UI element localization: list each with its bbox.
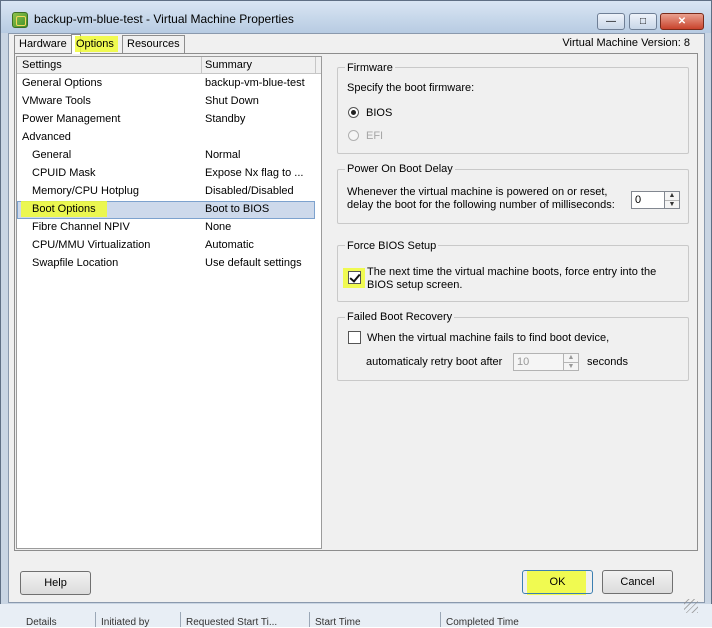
settings-row-general-options[interactable]: General Options backup-vm-blue-test bbox=[17, 75, 315, 93]
vm-version-label: Virtual Machine Version: 8 bbox=[562, 37, 690, 49]
row-summary: Use default settings bbox=[205, 257, 302, 269]
failed-boot-recovery-group bbox=[337, 317, 689, 381]
retry-seconds-input: 10 bbox=[513, 353, 564, 371]
settings-row-swapfile-location[interactable]: Swapfile Location Use default settings bbox=[17, 255, 315, 273]
settings-row-general[interactable]: General Normal bbox=[17, 147, 315, 165]
column-divider[interactable] bbox=[201, 57, 202, 74]
row-name: CPU/MMU Virtualization bbox=[32, 239, 151, 251]
bg-column-initiated-by: Initiated by bbox=[101, 617, 150, 628]
bios-radio[interactable] bbox=[348, 107, 359, 118]
bg-column-divider bbox=[309, 612, 310, 627]
bg-column-start-time: Start Time bbox=[315, 617, 361, 628]
row-name: Memory/CPU Hotplug bbox=[32, 185, 139, 197]
column-divider[interactable] bbox=[315, 57, 316, 74]
row-name: General Options bbox=[22, 77, 103, 89]
settings-row-advanced[interactable]: Advanced bbox=[17, 129, 315, 147]
tab-resources[interactable]: Resources bbox=[122, 35, 185, 53]
row-summary: Standby bbox=[205, 113, 246, 125]
retry-after-label: automaticaly retry boot after bbox=[366, 356, 503, 368]
settings-row-cpuid-mask[interactable]: CPUID Mask Expose Nx flag to ... bbox=[17, 165, 315, 183]
tab-hardware[interactable]: Hardware bbox=[14, 35, 72, 53]
settings-row-fibre-channel-npiv[interactable]: Fibre Channel NPIV None bbox=[17, 219, 315, 237]
force-bios-setup-title: Force BIOS Setup bbox=[345, 240, 439, 252]
bg-column-completed-time: Completed Time bbox=[446, 617, 519, 628]
retry-seconds-spinner: ▲ ▼ bbox=[563, 353, 579, 371]
vm-app-icon bbox=[12, 12, 28, 28]
row-name: Boot Options bbox=[32, 203, 96, 215]
settings-row-cpu-mmu-virtualization[interactable]: CPU/MMU Virtualization Automatic bbox=[17, 237, 315, 255]
spin-up-icon[interactable]: ▲ bbox=[665, 192, 679, 201]
bg-column-divider bbox=[440, 612, 441, 627]
resize-grip-icon[interactable] bbox=[684, 599, 698, 613]
row-name: General bbox=[32, 149, 72, 161]
maximize-button[interactable]: □ bbox=[629, 13, 657, 30]
row-summary: Automatic bbox=[205, 239, 254, 251]
boot-delay-input[interactable]: 0 bbox=[631, 191, 665, 209]
window-title: backup-vm-blue-test - Virtual Machine Pr… bbox=[34, 12, 294, 26]
settings-row-memory-cpu-hotplug[interactable]: Memory/CPU Hotplug Disabled/Disabled bbox=[17, 183, 315, 201]
row-summary: Disabled/Disabled bbox=[205, 185, 294, 197]
row-summary: Boot to BIOS bbox=[205, 203, 270, 215]
row-summary: Normal bbox=[205, 149, 241, 161]
force-bios-checkbox[interactable] bbox=[348, 271, 361, 284]
bg-column-divider bbox=[95, 612, 96, 627]
tab-options-label: Options bbox=[76, 38, 114, 50]
cancel-button[interactable]: Cancel bbox=[602, 570, 673, 594]
firmware-group-title: Firmware bbox=[345, 62, 395, 74]
bg-column-requested-start: Requested Start Ti... bbox=[186, 617, 278, 628]
spin-down-icon: ▼ bbox=[567, 363, 575, 370]
failed-boot-recovery-title: Failed Boot Recovery bbox=[345, 311, 455, 323]
help-button[interactable]: Help bbox=[20, 571, 91, 595]
retry-boot-checkbox[interactable] bbox=[348, 331, 361, 344]
settings-row-power-management[interactable]: Power Management Standby bbox=[17, 111, 315, 129]
settings-list-header bbox=[17, 57, 321, 74]
efi-radio bbox=[348, 130, 359, 141]
row-name: Fibre Channel NPIV bbox=[32, 221, 130, 233]
spin-up-icon: ▲ bbox=[564, 354, 578, 363]
row-name: Power Management bbox=[22, 113, 121, 125]
ok-button[interactable]: OK bbox=[522, 570, 593, 594]
force-bios-label[interactable]: The next time the virtual machine boots,… bbox=[367, 266, 677, 292]
row-name: CPUID Mask bbox=[32, 167, 96, 179]
row-name: Swapfile Location bbox=[32, 257, 119, 269]
close-button[interactable]: ✕ bbox=[660, 13, 704, 30]
row-summary: backup-vm-blue-test bbox=[205, 77, 305, 89]
minimize-button[interactable]: — bbox=[597, 13, 625, 30]
row-summary: None bbox=[205, 221, 232, 233]
efi-label: EFI bbox=[366, 130, 384, 142]
row-summary: Shut Down bbox=[205, 95, 259, 107]
power-on-boot-delay-title: Power On Boot Delay bbox=[345, 163, 455, 175]
boot-delay-spinner[interactable]: ▲ ▼ bbox=[664, 191, 680, 209]
row-name: Advanced bbox=[22, 131, 71, 143]
seconds-label: seconds bbox=[587, 356, 628, 368]
firmware-prompt: Specify the boot firmware: bbox=[347, 82, 475, 94]
boot-delay-description: Whenever the virtual machine is powered … bbox=[347, 186, 615, 211]
column-header-settings[interactable]: Settings bbox=[22, 58, 62, 73]
column-header-summary[interactable]: Summary bbox=[205, 58, 252, 73]
settings-row-vmware-tools[interactable]: VMware Tools Shut Down bbox=[17, 93, 315, 111]
row-summary: Expose Nx flag to ... bbox=[205, 167, 304, 179]
bg-column-divider bbox=[180, 612, 181, 627]
spin-down-icon[interactable]: ▼ bbox=[665, 201, 679, 209]
row-name: VMware Tools bbox=[22, 95, 91, 107]
retry-boot-label[interactable]: When the virtual machine fails to find b… bbox=[367, 332, 609, 344]
bios-label[interactable]: BIOS bbox=[366, 107, 392, 119]
bg-column-details: Details bbox=[26, 617, 57, 628]
